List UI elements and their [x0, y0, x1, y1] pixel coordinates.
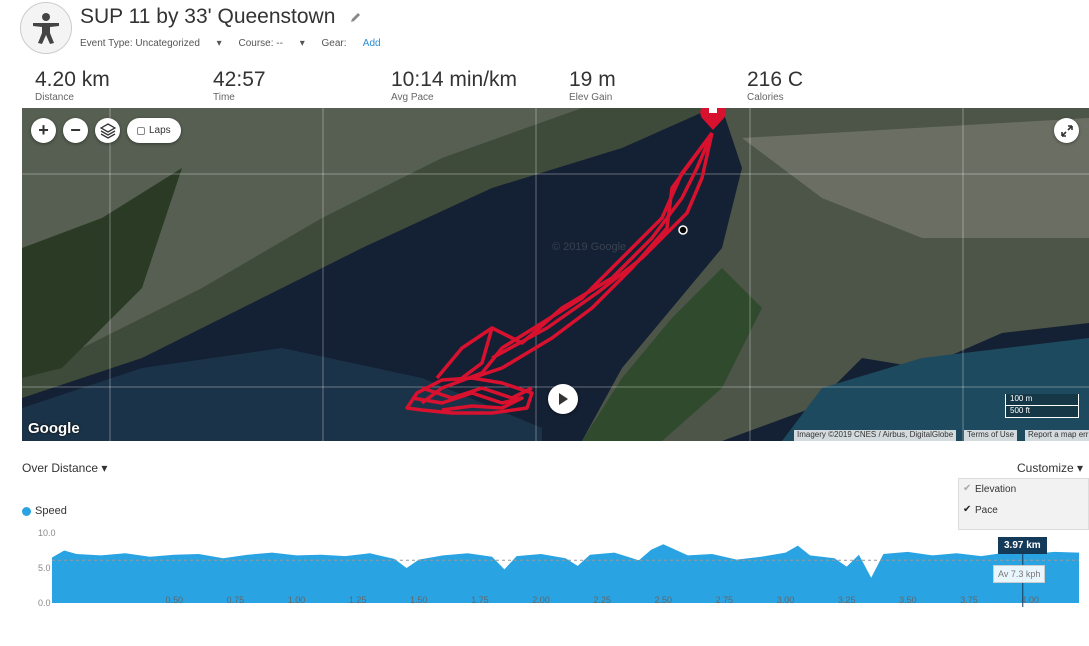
stat-distance: 4.20 km Distance: [35, 68, 110, 103]
x-tick-label: 1.25: [349, 595, 367, 605]
avg-label: Av: [998, 569, 1009, 579]
stat-label: Calories: [747, 92, 784, 103]
scale-feet: 500 ft: [1005, 406, 1079, 418]
stat-label: Distance: [35, 92, 74, 103]
x-tick-label: 3.75: [960, 595, 978, 605]
course-select[interactable]: Course: -- ▾: [238, 38, 304, 49]
stat-value: 19 m: [569, 68, 616, 91]
stat-calories: 216 C Calories: [747, 68, 803, 103]
x-tick-label: 1.75: [471, 595, 489, 605]
speed-value: 7.3 kph: [1010, 569, 1041, 579]
x-tick-label: 2.25: [593, 595, 611, 605]
person-icon: [33, 13, 59, 44]
x-tick-label: 3.50: [899, 595, 917, 605]
laps-label: Laps: [149, 125, 171, 136]
map-scale: 100 m 500 ft: [1005, 394, 1079, 418]
stat-label: Elev Gain: [569, 92, 613, 103]
google-logo: Google: [28, 420, 80, 437]
activity-title: SUP 11 by 33' Queenstown: [80, 5, 336, 28]
speed-area: [52, 544, 1079, 603]
zoom-out-button[interactable]: −: [63, 118, 88, 143]
x-tick-label: 2.50: [655, 595, 673, 605]
check-icon: ✔: [963, 483, 972, 494]
laps-checkbox[interactable]: [137, 126, 145, 135]
cursor-value-tooltip: Av 7.3 kph: [993, 565, 1046, 583]
option-elevation[interactable]: ✔ Elevation: [959, 479, 1088, 500]
x-tick-label: 2.00: [532, 595, 550, 605]
option-label: Elevation: [975, 484, 1017, 495]
option-pace[interactable]: ✔ Pace: [959, 500, 1088, 521]
x-tick-label: 3.00: [777, 595, 795, 605]
layers-button[interactable]: [95, 118, 120, 143]
x-tick-label: 1.00: [288, 595, 306, 605]
stat-elev-gain: 19 m Elev Gain: [569, 68, 616, 103]
stat-avg-pace: 10:14 min/km Avg Pace: [391, 68, 517, 103]
course-label: Course: --: [238, 38, 283, 49]
stat-value: 4.20 km: [35, 68, 110, 91]
over-distance-select[interactable]: Over Distance ▾: [22, 461, 107, 475]
zoom-in-button[interactable]: +: [31, 118, 56, 143]
y-tick-label: 10.0: [38, 528, 56, 538]
stat-label: Avg Pace: [391, 92, 434, 103]
x-tick-label: 2.75: [716, 595, 734, 605]
customize-label: Customize: [1017, 461, 1074, 475]
imagery-attribution: Imagery ©2019 CNES / Airbus, DigitalGlob…: [794, 430, 957, 441]
x-tick-label: 0.75: [227, 595, 245, 605]
y-tick-label: 5.0: [38, 563, 51, 573]
layers-icon: [99, 122, 116, 139]
x-tick-label: 1.50: [410, 595, 428, 605]
stat-value: 42:57: [213, 68, 266, 91]
y-tick-label: 0.0: [38, 598, 51, 608]
laps-toggle[interactable]: Laps: [127, 118, 181, 143]
route-map[interactable]: © 2019 Google + − Laps Google 100 m 500 …: [22, 108, 1089, 441]
fullscreen-button[interactable]: [1054, 118, 1079, 143]
stat-value: 10:14 min/km: [391, 68, 518, 91]
option-label: Pace: [975, 505, 998, 516]
activity-meta: Event Type: Uncategorized ▾ Course: -- ▾…: [80, 38, 409, 49]
finish-flag-icon: [700, 108, 726, 130]
cursor-distance-tooltip: 3.97 km: [998, 537, 1047, 554]
report-map-error-link[interactable]: Report a map err: [1025, 430, 1089, 441]
expand-icon: [1060, 124, 1073, 137]
x-tick-label: 0.50: [165, 595, 183, 605]
avatar[interactable]: [20, 2, 72, 54]
play-button[interactable]: [548, 384, 578, 414]
play-icon: [559, 393, 568, 405]
stat-value: 216 C: [747, 68, 804, 91]
stat-label: Time: [213, 92, 235, 103]
legend-swatch: [22, 506, 31, 516]
gear-field: Gear: Add: [322, 38, 395, 49]
stat-time: 42:57 Time: [213, 68, 266, 103]
track-position-marker: [678, 225, 688, 235]
scale-meters: 100 m: [1005, 394, 1079, 406]
terms-link[interactable]: Terms of Use: [964, 430, 1018, 441]
speed-chart[interactable]: 10.0 5.0 0.0 0.50 0.75 1.00 1.25 1.50 1.75 2.00 2.…: [22, 522, 1089, 612]
gear-add-link[interactable]: Add: [363, 38, 381, 49]
x-tick-label: 3.25: [838, 595, 856, 605]
customize-button[interactable]: Customize ▾: [1017, 461, 1083, 475]
edit-pencil-icon[interactable]: [350, 11, 362, 23]
gear-label: Gear:: [321, 38, 347, 49]
over-distance-label: Over Distance: [22, 461, 99, 475]
event-type-select[interactable]: Event Type: Uncategorized ▾: [80, 38, 222, 49]
check-icon: ✔: [963, 504, 972, 515]
x-tick-label: 4.00: [1021, 595, 1039, 605]
legend-speed-label: Speed: [35, 505, 67, 517]
event-type-label: Event Type: Uncategorized: [80, 38, 200, 49]
chart-legend: Speed: [22, 505, 67, 517]
